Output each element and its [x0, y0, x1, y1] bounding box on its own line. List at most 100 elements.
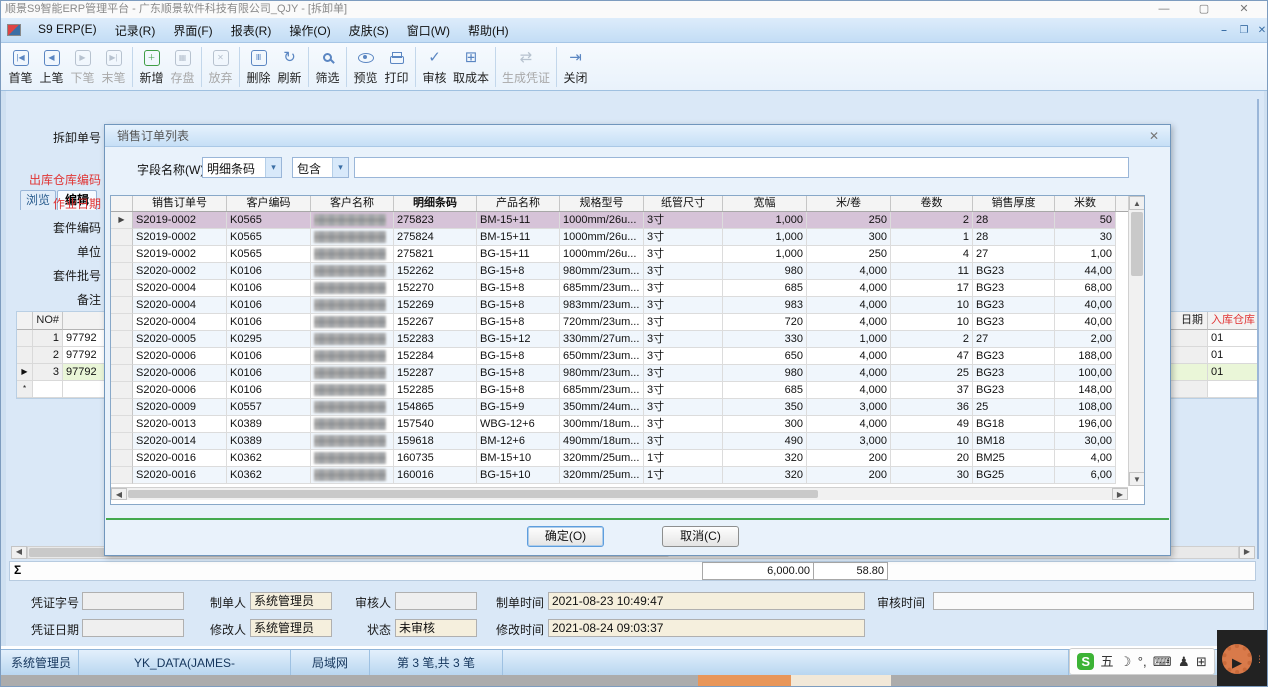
cell[interactable]: 30,00	[1055, 433, 1116, 450]
hscroll-left-icon[interactable]: ◀	[11, 546, 27, 559]
cell[interactable]	[311, 416, 394, 433]
cell[interactable]: 3	[33, 364, 63, 381]
cell[interactable]: 490mm/18um...	[560, 433, 644, 450]
cell[interactable]: 30	[1055, 229, 1116, 246]
cell[interactable]: 100,00	[1055, 365, 1116, 382]
cell[interactable]: K0106	[227, 297, 311, 314]
cell[interactable]: 980mm/23um...	[560, 365, 644, 382]
table-row[interactable]: S2020-0006K0106152285BG-15+8685mm/23um..…	[111, 382, 1144, 399]
cell[interactable]: 188,00	[1055, 348, 1116, 365]
sogou-logo-icon[interactable]: S	[1077, 653, 1094, 670]
table-row[interactable]: S2020-0004K0106152270BG-15+8685mm/23um..…	[111, 280, 1144, 297]
cell[interactable]: 1	[891, 229, 973, 246]
cell[interactable]: BG-15+8	[477, 382, 560, 399]
cancel-button[interactable]: 取消(C)	[662, 526, 739, 547]
cell[interactable]: K0565	[227, 212, 311, 229]
cell-warehouse[interactable]: 01	[1208, 364, 1258, 381]
vscroll-up-icon[interactable]: ▲	[1129, 196, 1145, 210]
cell[interactable]: 25	[891, 365, 973, 382]
cell[interactable]: 25	[973, 399, 1055, 416]
table-row[interactable]: S2020-0016K0362160016BG-15+10320mm/25um.…	[111, 467, 1144, 484]
cell[interactable]: BG23	[973, 382, 1055, 399]
cell[interactable]: 152262	[394, 263, 477, 280]
row-selector[interactable]	[111, 263, 133, 280]
hscroll-right-icon[interactable]: ▶	[1112, 488, 1128, 500]
cell[interactable]	[311, 263, 394, 280]
cell[interactable]: S2020-0014	[133, 433, 227, 450]
row-selector[interactable]	[111, 246, 133, 263]
cell[interactable]: 11	[891, 263, 973, 280]
grid-header-1[interactable]: 客户编码	[227, 196, 311, 211]
table-row[interactable]: S2020-0006K0106152284BG-15+8650mm/23um..…	[111, 348, 1144, 365]
minimize-icon[interactable]: —	[1149, 1, 1179, 18]
cell[interactable]: 2,00	[1055, 331, 1116, 348]
cell[interactable]: 1,00	[1055, 246, 1116, 263]
cell[interactable]: 720mm/23um...	[560, 314, 644, 331]
cell[interactable]: S2020-0004	[133, 297, 227, 314]
grid-header-6[interactable]: 纸管尺寸	[644, 196, 723, 211]
cell[interactable]: 3寸	[644, 314, 723, 331]
table-row[interactable]: S2020-0016K0362160735BM-15+10320mm/25um.…	[111, 450, 1144, 467]
cell[interactable]: BM-15+10	[477, 450, 560, 467]
cell[interactable]: 330mm/27um...	[560, 331, 644, 348]
cell[interactable]: K0106	[227, 314, 311, 331]
cell[interactable]: BG23	[973, 348, 1055, 365]
taskbar-active-app[interactable]	[698, 675, 791, 687]
cell-warehouse[interactable]: 01	[1208, 330, 1258, 347]
cell[interactable]: S2020-0016	[133, 467, 227, 484]
preview-button[interactable]: 预览	[350, 46, 381, 86]
cell[interactable]: 3寸	[644, 433, 723, 450]
cell[interactable]: 20	[891, 450, 973, 467]
table-row[interactable]: S2020-0006K0106152287BG-15+8980mm/23um..…	[111, 365, 1144, 382]
row-selector[interactable]	[111, 297, 133, 314]
get-cost-button[interactable]: ⊞取成本	[450, 46, 492, 86]
maximize-icon[interactable]: ▢	[1189, 1, 1219, 18]
table-row[interactable]: S2020-0004K0106152269BG-15+8983mm/23um..…	[111, 297, 1144, 314]
cell[interactable]: S2019-0002	[133, 229, 227, 246]
cell[interactable]: BM-12+6	[477, 433, 560, 450]
table-row[interactable]: S2020-0004K0106152267BG-15+8720mm/23um..…	[111, 314, 1144, 331]
grid-header-7[interactable]: 宽幅	[723, 196, 807, 211]
cell[interactable]: 152269	[394, 297, 477, 314]
cell[interactable]: BG-15+8	[477, 348, 560, 365]
cell[interactable]: 17	[891, 280, 973, 297]
menu-item-3[interactable]: 报表(R)	[222, 19, 281, 42]
cell[interactable]: 50	[1055, 212, 1116, 229]
cell[interactable]: 4,000	[807, 280, 891, 297]
cell[interactable]: 152285	[394, 382, 477, 399]
cell[interactable]: 320mm/25um...	[560, 467, 644, 484]
cell[interactable]: 3寸	[644, 212, 723, 229]
grid-header-9[interactable]: 卷数	[891, 196, 973, 211]
cell[interactable]: 2	[33, 347, 63, 364]
recorder-flower-icon[interactable]: ▶	[1222, 644, 1252, 674]
cell[interactable]	[311, 297, 394, 314]
grid-hscrollbar[interactable]: ◀ ▶	[111, 487, 1128, 500]
cell[interactable]: 200	[807, 450, 891, 467]
audit-button[interactable]: ✓审核	[419, 46, 450, 86]
cell[interactable]: 4,000	[807, 382, 891, 399]
cell[interactable]: BG23	[973, 263, 1055, 280]
cell[interactable]: 1000mm/26u...	[560, 246, 644, 263]
cell[interactable]: K0389	[227, 416, 311, 433]
cell[interactable]: 27	[973, 331, 1055, 348]
cell[interactable]: 28	[973, 229, 1055, 246]
cell[interactable]	[33, 381, 63, 398]
recorder-menu-dots-icon[interactable]: ⋮	[1255, 657, 1264, 661]
table-row[interactable]: S2020-0014K0389159618BM-12+6490mm/18um..…	[111, 433, 1144, 450]
cell[interactable]: 980	[723, 263, 807, 280]
cell[interactable]: 49	[891, 416, 973, 433]
grid-vscrollbar[interactable]: ▲ ▼	[1128, 196, 1144, 486]
cell[interactable]: K0106	[227, 382, 311, 399]
row-selector[interactable]	[17, 347, 33, 364]
cell[interactable]: S2020-0004	[133, 314, 227, 331]
cell[interactable]: K0362	[227, 467, 311, 484]
menu-item-0[interactable]: S9 ERP(E)	[29, 19, 106, 42]
cell[interactable]	[311, 365, 394, 382]
cell[interactable]: 4,000	[807, 416, 891, 433]
refresh-button[interactable]: ↻刷新	[274, 46, 305, 86]
cell-warehouse[interactable]: 01	[1208, 347, 1258, 364]
cell[interactable]: 490	[723, 433, 807, 450]
hscroll-right-icon[interactable]: ▶	[1239, 546, 1255, 559]
cell[interactable]: S2020-0006	[133, 365, 227, 382]
menu-item-2[interactable]: 界面(F)	[164, 19, 221, 42]
